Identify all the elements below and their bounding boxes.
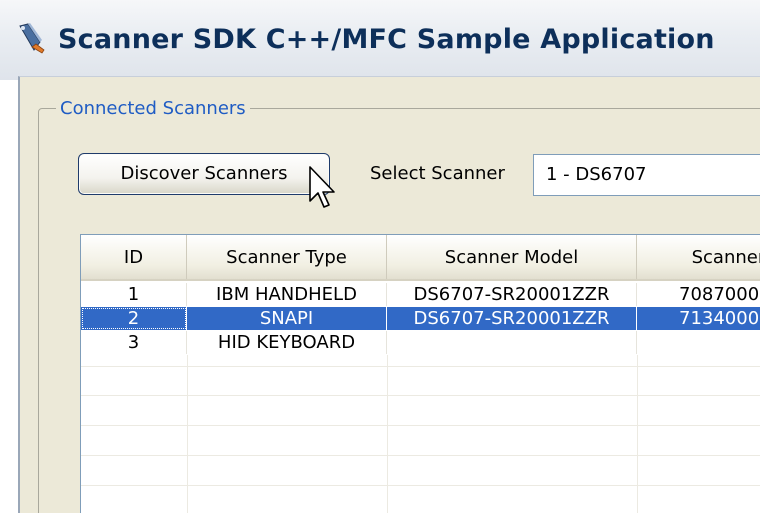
- grid-line: [81, 366, 760, 367]
- cell-id: 1: [81, 283, 187, 306]
- column-header-scanner-type[interactable]: Scanner Type: [187, 235, 387, 279]
- cell-scanner-model: DS6707-SR20001ZZR: [387, 307, 637, 330]
- select-scanner-label: Select Scanner: [370, 163, 505, 184]
- title-bar[interactable]: Scanner SDK C++/MFC Sample Application: [0, 0, 760, 80]
- cell-scanner-serial: [637, 331, 760, 354]
- scanner-app-icon: [19, 23, 45, 54]
- cell-scanner-type: SNAPI: [187, 307, 387, 330]
- grid-line: [81, 395, 760, 396]
- grid-line: [387, 355, 388, 513]
- cell-scanner-model: DS6707-SR20001ZZR: [387, 283, 637, 306]
- column-header-id[interactable]: ID: [81, 235, 187, 279]
- column-header-scanner-serial[interactable]: Scanner S: [637, 235, 760, 279]
- window-title: Scanner SDK C++/MFC Sample Application: [58, 24, 715, 55]
- cell-scanner-model: [387, 331, 637, 354]
- mouse-pointer-icon: [309, 166, 335, 208]
- list-header: ID Scanner Type Scanner Model Scanner S: [81, 235, 760, 281]
- application-window: Scanner SDK C++/MFC Sample Application C…: [0, 0, 760, 513]
- cell-scanner-serial: 7134000: [637, 307, 760, 330]
- select-scanner-combobox[interactable]: 1 - DS6707: [533, 154, 760, 196]
- grid-line: [187, 355, 188, 513]
- group-label: Connected Scanners: [56, 98, 250, 119]
- cell-id: 3: [81, 331, 187, 354]
- table-row-selected[interactable]: 2 SNAPI DS6707-SR20001ZZR 7134000: [81, 307, 760, 330]
- cell-scanner-type: IBM HANDHELD: [187, 283, 387, 306]
- column-header-scanner-model[interactable]: Scanner Model: [387, 235, 637, 279]
- discover-scanners-button[interactable]: Discover Scanners: [78, 153, 330, 195]
- table-row[interactable]: 1 IBM HANDHELD DS6707-SR20001ZZR 7087000: [81, 283, 760, 306]
- select-scanner-value: 1 - DS6707: [546, 164, 647, 185]
- cell-id: 2: [81, 307, 187, 330]
- grid-line: [81, 425, 760, 426]
- table-row[interactable]: 3 HID KEYBOARD: [81, 331, 760, 354]
- cell-scanner-serial: 7087000: [637, 283, 760, 306]
- grid-line: [81, 485, 760, 486]
- grid-line: [637, 355, 638, 513]
- grid-line: [81, 455, 760, 456]
- cell-scanner-type: HID KEYBOARD: [187, 331, 387, 354]
- scanners-list-view[interactable]: ID Scanner Type Scanner Model Scanner S …: [80, 234, 760, 513]
